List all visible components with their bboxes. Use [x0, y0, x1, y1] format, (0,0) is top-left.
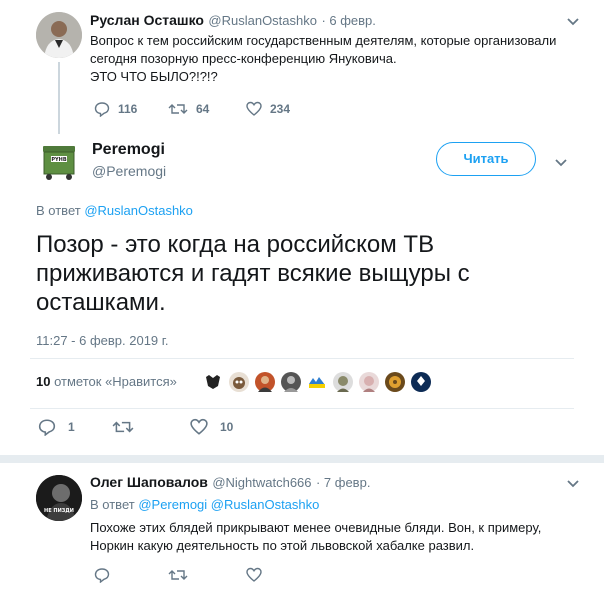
avatar[interactable]: НЕ ПИЗДИ [36, 475, 82, 521]
author-name[interactable]: Олег Шаповалов [90, 474, 208, 490]
heart-icon [246, 101, 262, 116]
like-count: 234 [270, 102, 291, 116]
parent-tweet[interactable]: Руслан Осташко @RuslanOstashko · 6 февр.… [0, 0, 604, 134]
tweet-text-line: Похоже этих блядей прикрывают менее очев… [90, 520, 542, 535]
avatar[interactable] [229, 372, 249, 392]
tweet-text: Похоже этих блядей прикрывают менее очев… [90, 519, 590, 555]
like-button[interactable] [246, 567, 262, 583]
svg-text:НЕ ПИЗДИ: НЕ ПИЗДИ [44, 508, 74, 514]
tweet-text-line: сегодня позорную пресс-конференцию Януко… [90, 51, 397, 66]
tweet-text-line: ЭТО ЧТО БЫЛО?!?!? [90, 69, 218, 84]
reply-icon [94, 568, 110, 583]
reply-count: 116 [118, 102, 138, 116]
trash-bin-icon: PYHB [43, 146, 75, 180]
heart-icon [190, 418, 208, 435]
avatar-image: НЕ ПИЗДИ [36, 475, 82, 521]
section-divider [0, 455, 604, 463]
retweet-icon [168, 570, 188, 580]
chevron-down-icon[interactable] [554, 155, 568, 173]
tweet-date[interactable]: · 7 февр. [316, 475, 370, 490]
like-button[interactable]: 234 [246, 101, 290, 117]
divider [30, 358, 574, 359]
reply-button[interactable]: 1 [38, 418, 75, 436]
reply-tweet[interactable]: НЕ ПИЗДИ Олег Шаповалов @Nightwatch666 ·… [0, 463, 604, 590]
avatar[interactable] [385, 372, 405, 392]
avatar-image [36, 12, 82, 58]
tweet-text: Позор - это когда на российском ТВ прижи… [36, 231, 470, 316]
reply-count: 1 [68, 420, 75, 434]
avatar[interactable] [411, 372, 431, 392]
like-count: 10 [220, 420, 234, 434]
divider [30, 408, 574, 409]
reply-to-link[interactable]: @Peremogi [138, 497, 207, 512]
reply-context: В ответ @Peremogi @RuslanOstashko [90, 497, 319, 512]
tweet-timestamp[interactable]: 11:27 - 6 февр. 2019 г. [36, 333, 169, 348]
likes-count: 10 [36, 374, 51, 389]
author-handle[interactable]: @Nightwatch666 [212, 475, 311, 490]
avatar[interactable] [281, 372, 301, 392]
reply-prefix: В ответ [36, 203, 81, 218]
tweet-text: Вопрос к тем российским государственным … [90, 32, 590, 86]
heart-icon [246, 567, 262, 582]
avatar[interactable] [307, 372, 327, 392]
thread-line [58, 62, 60, 134]
avatar[interactable] [255, 372, 275, 392]
author-name[interactable]: Peremogi [92, 141, 165, 159]
reply-button[interactable] [94, 567, 110, 583]
retweet-icon [112, 421, 134, 433]
reply-to-link[interactable]: @RuslanOstashko [84, 203, 193, 218]
reply-button[interactable]: 116 [94, 101, 137, 117]
retweet-icon [168, 104, 188, 114]
likes-label: отметок «Нравится» [54, 374, 177, 389]
retweet-button[interactable] [112, 418, 142, 436]
author-handle[interactable]: @RuslanOstashko [208, 13, 317, 28]
reply-prefix: В ответ [90, 497, 135, 512]
avatar[interactable]: PYHB [36, 138, 82, 184]
likes-summary[interactable]: 10 отметок «Нравится» [36, 374, 177, 389]
retweet-button[interactable]: 64 [168, 101, 209, 117]
reply-icon [38, 419, 56, 436]
avatar[interactable] [333, 372, 353, 392]
tweet-text-line: Вопрос к тем российским государственным … [90, 33, 557, 48]
liker-avatars [203, 372, 443, 394]
avatar[interactable] [359, 372, 379, 392]
tweet-text-line: Норкин какую деятельность по этой львовс… [90, 538, 475, 553]
svg-text:PYHB: PYHB [51, 157, 66, 163]
like-button[interactable]: 10 [190, 418, 233, 436]
reply-to-link[interactable]: @RuslanOstashko [211, 497, 320, 512]
tweet-date[interactable]: · 6 февр. [321, 13, 375, 28]
author-name[interactable]: Руслан Осташко [90, 12, 204, 28]
avatar[interactable] [36, 12, 82, 58]
avatar[interactable] [203, 372, 223, 392]
author-handle[interactable]: @Peremogi [92, 163, 166, 179]
chevron-down-icon[interactable] [566, 476, 580, 494]
reply-context: В ответ @RuslanOstashko [36, 203, 193, 218]
reply-icon [94, 102, 110, 117]
retweet-button[interactable] [168, 567, 188, 583]
follow-button[interactable]: Читать [436, 142, 536, 176]
retweet-count: 64 [196, 102, 210, 116]
chevron-down-icon[interactable] [566, 14, 580, 32]
main-tweet: PYHB Peremogi @Peremogi Читать В ответ @… [0, 130, 604, 445]
